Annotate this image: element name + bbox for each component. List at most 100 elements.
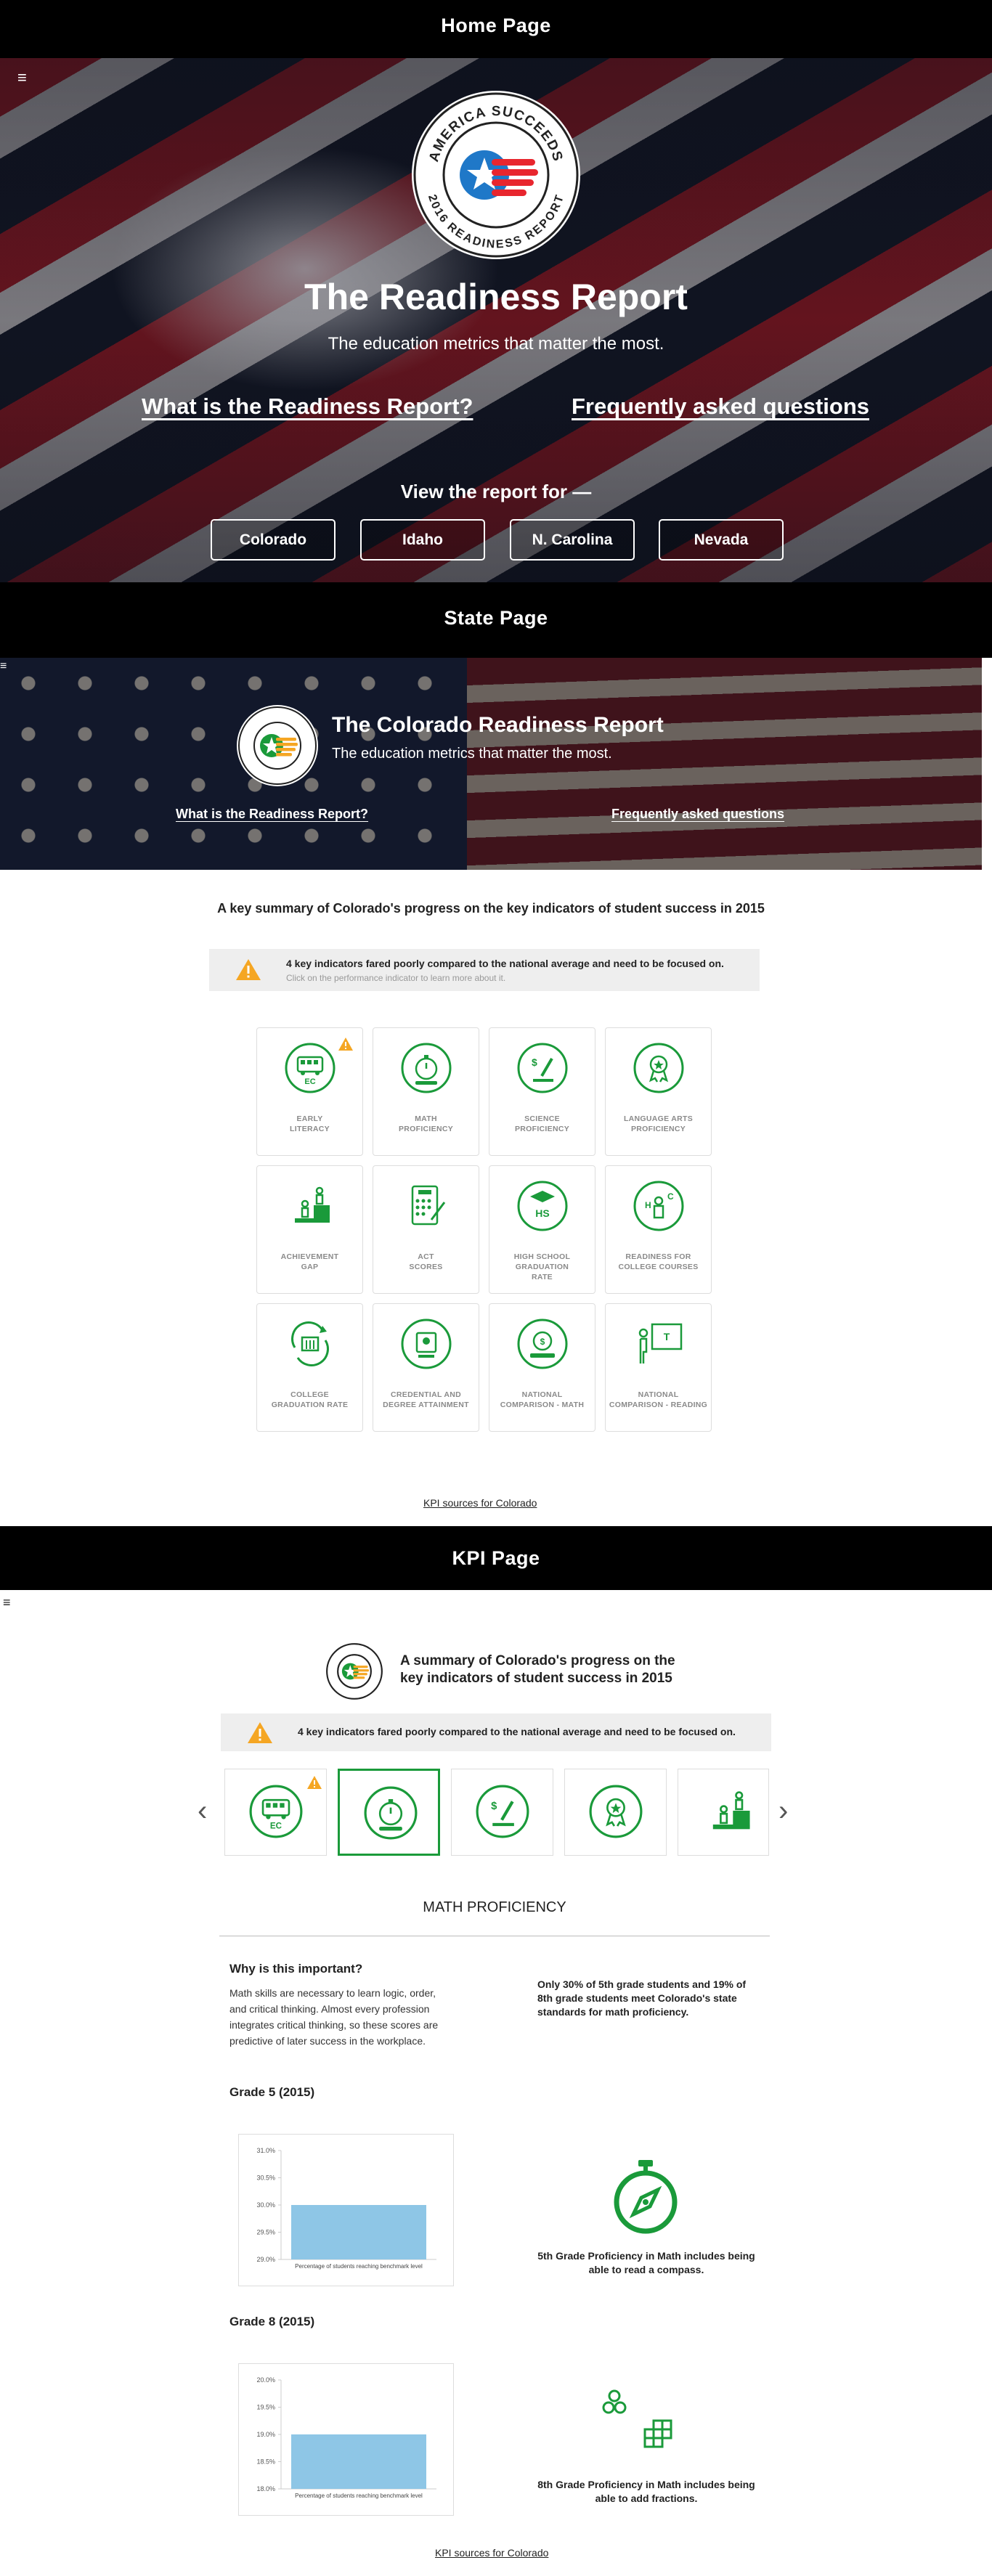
- teacher-board-icon: T: [638, 1323, 683, 1364]
- carousel-prev-arrow[interactable]: ‹: [198, 1796, 207, 1825]
- tile-label: MATH PROFICIENCY: [398, 1114, 454, 1133]
- svg-text:C: C: [667, 1191, 674, 1202]
- what-is-report-link[interactable]: What is the Readiness Report?: [176, 807, 368, 822]
- faq-link[interactable]: Frequently asked questions: [572, 394, 869, 420]
- y-tick-label: 18.5%: [256, 2458, 275, 2466]
- menu-icon[interactable]: ≡: [3, 1596, 11, 1609]
- award-ribbon-icon: [589, 1785, 643, 1838]
- svg-text:HS: HS: [535, 1207, 549, 1219]
- kpi-tile-language-arts-proficiency[interactable]: LANGUAGE ARTS PROFICIENCY: [605, 1027, 712, 1156]
- svg-text:$: $: [532, 1056, 537, 1068]
- y-tick-label: 20.0%: [256, 2376, 275, 2384]
- proficiency-summary-text: Only 30% of 5th grade students and 19% o…: [537, 1978, 747, 2018]
- y-tick-label: 30.5%: [256, 2174, 275, 2182]
- grade8-chart: 18.0% 18.5% 19.0% 19.5% 20.0% Percentage of s…: [238, 2363, 454, 2516]
- menu-icon[interactable]: ≡: [0, 661, 7, 672]
- alert-main-text: 4 key indicators fared poorly compared t…: [298, 1726, 736, 1737]
- state-button-colorado[interactable]: Colorado: [211, 519, 336, 561]
- menu-icon[interactable]: ≡: [17, 70, 27, 86]
- view-report-for-label: View the report for —: [400, 481, 592, 502]
- svg-text:$: $: [540, 1337, 545, 1347]
- test-sheet-icon: [411, 1185, 446, 1226]
- why-important-text: Math skills are necessary to learn logic…: [229, 1987, 439, 2047]
- why-important-heading: Why is this important?: [229, 1962, 363, 1976]
- microscope-icon: $: [476, 1785, 529, 1838]
- grade5-bar-chart: 29.0% 29.5% 30.0% 30.5% 31.0% Percentage of s…: [256, 2147, 436, 2270]
- kpi-tile-early-literacy[interactable]: EC EARLY LITERACY: [256, 1027, 363, 1156]
- kpi-page-section-header: KPI Page: [0, 1526, 992, 1590]
- what-is-report-link[interactable]: What is the Readiness Report?: [142, 394, 473, 420]
- seal-graphic: AMERICA SUCCEEDS 2016 READINESS REPORT: [413, 92, 579, 258]
- grade8-caption: 8th Grade Proficiency in Math includes b…: [537, 2479, 755, 2504]
- state-hero: ≡ The Colorado Readiness Report The educ…: [0, 658, 982, 870]
- school-bus-icon: EC: [249, 1785, 303, 1838]
- kpi-sources-link[interactable]: KPI sources for Colorado: [423, 1497, 537, 1509]
- kpi-tile-national-comparison-reading[interactable]: T NATIONAL COMPARISON - READING: [605, 1303, 712, 1432]
- y-tick-label: 31.0%: [256, 2147, 275, 2154]
- tile-label: LANGUAGE ARTS PROFICIENCY: [623, 1114, 694, 1133]
- kpi-tile-college-graduation-rate[interactable]: COLLEGE GRADUATION RATE: [256, 1303, 363, 1432]
- y-tick-label: 19.0%: [256, 2431, 275, 2438]
- y-tick-label: 30.0%: [256, 2201, 275, 2209]
- tile-label: ACT SCORES: [409, 1252, 443, 1271]
- state-button-idaho[interactable]: Idaho: [360, 519, 485, 561]
- warning-icon: [236, 959, 261, 980]
- podium-people-icon: [295, 1186, 330, 1223]
- carousel-tile-science-proficiency[interactable]: $: [451, 1769, 553, 1856]
- grade8-heading: Grade 8 (2015): [229, 2315, 315, 2328]
- svg-text:$: $: [491, 1801, 497, 1812]
- carousel-next-arrow[interactable]: ›: [778, 1796, 788, 1825]
- warning-icon: [307, 1776, 322, 1789]
- kpi-tile-science-proficiency[interactable]: $ SCIENCE PROFICIENCY: [489, 1027, 595, 1156]
- podium-people-icon: [712, 1791, 750, 1830]
- grade8-bar-chart: 18.0% 18.5% 19.0% 19.5% 20.0% Percentage of s…: [256, 2376, 436, 2499]
- kpi-tile-credential-and-degree-attainment[interactable]: CREDENTIAL AND DEGREE ATTAINMENT: [373, 1303, 479, 1432]
- carousel-tile-math-proficiency-active[interactable]: [338, 1769, 440, 1856]
- y-tick-label: 29.0%: [256, 2256, 275, 2263]
- stopwatch-icon: [401, 1043, 452, 1093]
- grade5-chart: 29.0% 29.5% 30.0% 30.5% 31.0% Percentage of s…: [238, 2134, 454, 2286]
- warning-icon: [248, 1722, 272, 1743]
- y-tick-label: 18.0%: [256, 2485, 275, 2493]
- seal-graphic: [238, 706, 317, 785]
- kpi-page-title: A summary of Colorado's progress on the k…: [400, 1653, 675, 1686]
- svg-text:EC: EC: [270, 1821, 282, 1830]
- state-button-nevada[interactable]: Nevada: [659, 519, 784, 561]
- diploma-icon: [401, 1318, 452, 1369]
- svg-text:EC: EC: [304, 1077, 315, 1086]
- kpi-sources-link[interactable]: KPI sources for Colorado: [435, 2547, 548, 2559]
- tile-label: NATIONAL COMPARISON - READING: [609, 1390, 708, 1409]
- home-hero: ≡ AMERICA SUCCEEDS 2016 READINESS REPORT: [0, 58, 992, 582]
- svg-text:H: H: [645, 1200, 651, 1210]
- kpi-tile-achievement-gap[interactable]: ACHIEVEMENT GAP: [256, 1165, 363, 1294]
- warning-alert: 4 key indicators fared poorly compared t…: [221, 1713, 771, 1751]
- state-button-north-carolina[interactable]: N. Carolina: [510, 519, 635, 561]
- y-tick-label: 29.5%: [256, 2229, 275, 2236]
- kpi-tile-math-proficiency[interactable]: MATH PROFICIENCY: [373, 1027, 479, 1156]
- carousel-tile-achievement-gap[interactable]: [678, 1769, 769, 1856]
- carousel-tile-early-literacy[interactable]: EC: [224, 1769, 327, 1856]
- kpi-tile-high-school-graduation-rate[interactable]: HS HIGH SCHOOL GRADUATION RATE: [489, 1165, 595, 1294]
- kpi-tile-act-scores[interactable]: ACT SCORES: [373, 1165, 479, 1294]
- carousel-tile-language-arts-proficiency[interactable]: [564, 1769, 667, 1856]
- america-succeeds-seal: AMERICA SUCCEEDS 2016 READINESS REPORT: [412, 91, 580, 259]
- stopwatch-icon: $: [517, 1318, 568, 1369]
- home-subtitle: The education metrics that matter the mo…: [328, 334, 664, 354]
- bar: [291, 2434, 426, 2489]
- seal-graphic: [326, 1643, 383, 1700]
- tile-label: EARLY LITERACY: [290, 1114, 330, 1133]
- kpi-tile-national-comparison-math[interactable]: $ NATIONAL COMPARISON - MATH: [489, 1303, 595, 1432]
- kpi-tile-readiness-for-college-courses[interactable]: HC READINESS FOR COLLEGE COURSES: [605, 1165, 712, 1294]
- microscope-icon: $: [517, 1043, 568, 1093]
- fractions-icon: [602, 2389, 672, 2448]
- school-bus-icon: EC: [285, 1043, 336, 1093]
- kpi-section-title: MATH PROFICIENCY: [423, 1899, 566, 1915]
- tile-label: CREDENTIAL AND DEGREE ATTAINMENT: [383, 1390, 469, 1409]
- faq-link[interactable]: Frequently asked questions: [611, 807, 784, 822]
- small-readiness-seal: [325, 1642, 383, 1700]
- x-axis-label: Percentage of students reaching benchmar…: [295, 2493, 423, 2499]
- tile-label: COLLEGE GRADUATION RATE: [271, 1390, 349, 1409]
- state-title: The Colorado Readiness Report: [332, 713, 664, 737]
- svg-text:T: T: [664, 1331, 670, 1342]
- graduation-cap-icon: HS: [517, 1181, 568, 1231]
